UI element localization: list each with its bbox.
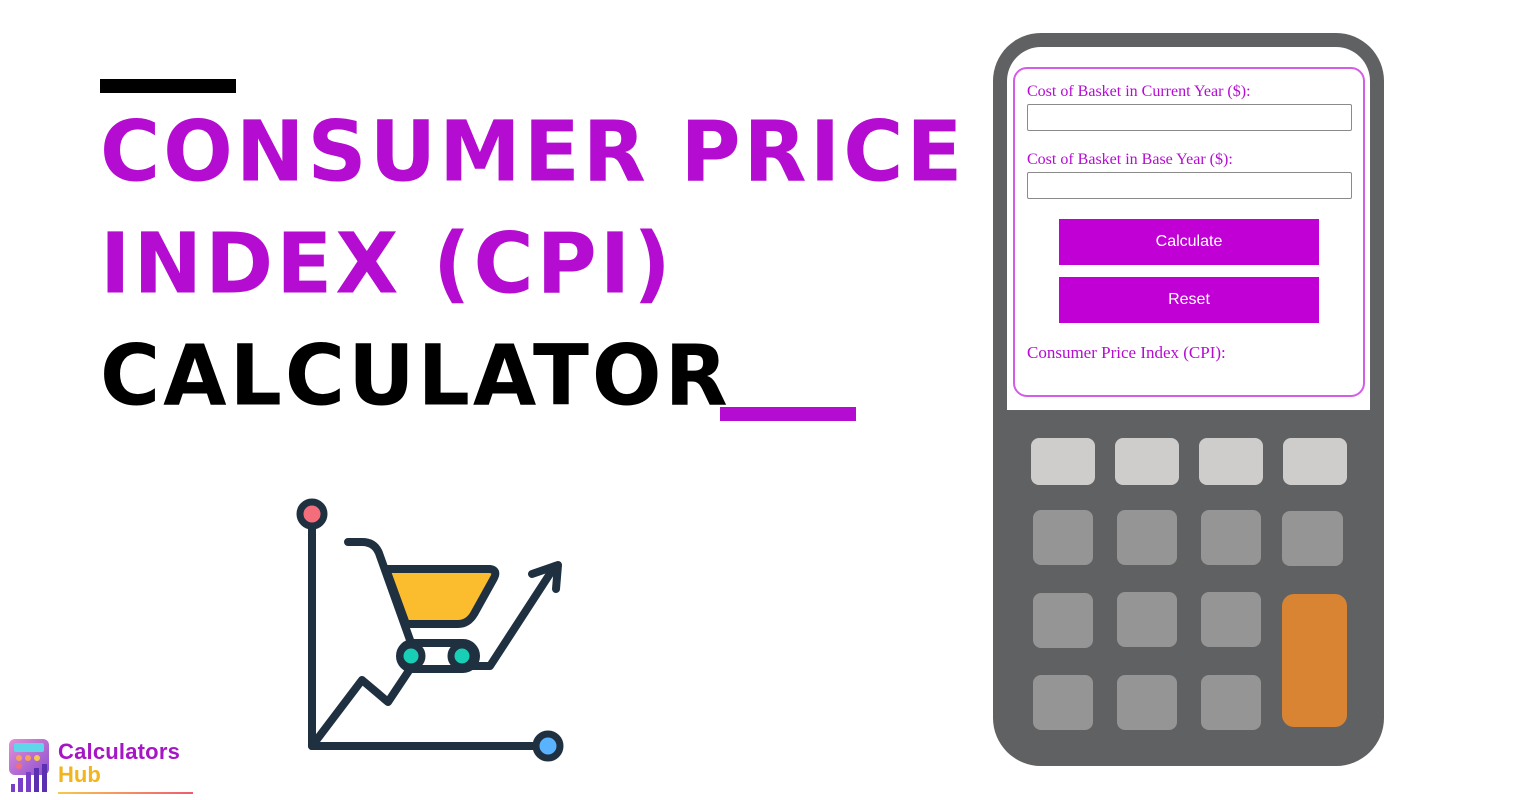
current-year-cost-label: Cost of Basket in Current Year ($): [1027,83,1251,100]
title-line-1: CONSUMER PRICE [100,104,966,202]
calculator-key [1033,510,1093,565]
calculator-screen: Cost of Basket in Current Year ($): Cost… [1007,47,1370,410]
y-axis-end-dot [296,498,328,530]
title-decor-bar-top [100,79,236,93]
cart-wheel-right [447,641,477,671]
calculator-key [1201,510,1261,565]
title-line-2: INDEX (CPI) [100,216,674,314]
shopping-cart-chart-icon [296,498,564,762]
cart-basket [382,565,500,628]
base-year-cost-label: Cost of Basket in Base Year ($): [1027,151,1233,168]
page-title: CONSUMER PRICE INDEX (CPI) CALCULATOR [100,96,965,432]
calculator-key [1201,675,1261,730]
current-year-cost-input[interactable] [1027,104,1352,131]
reset-button[interactable]: Reset [1059,277,1319,323]
calculator-key [1117,510,1177,565]
calculator-key [1282,511,1343,566]
calculator-key [1033,675,1093,730]
calculator-key [1201,592,1261,647]
logo-text-hub: Hub [58,762,101,787]
cpi-result-label: Consumer Price Index (CPI): [1027,343,1226,362]
calculator-key [1283,438,1347,485]
calculator-key [1115,438,1179,485]
calculators-hub-logo[interactable]: Calculators Hub [6,736,206,798]
calculate-button[interactable]: Calculate [1059,219,1319,265]
calculator-key [1199,438,1263,485]
calculator-equals-key [1282,594,1347,727]
calculator-key [1117,675,1177,730]
calculator-key [1033,593,1093,648]
cart-wheel-left [396,641,426,671]
x-axis-end-dot [532,730,564,762]
calculator-device: Cost of Basket in Current Year ($): Cost… [993,33,1384,766]
calculator-key [1031,438,1095,485]
base-year-cost-input[interactable] [1027,172,1352,199]
calculator-bar-chart-icon [9,739,49,792]
title-decor-bar-bottom [720,407,856,421]
calculator-key [1117,592,1177,647]
cpi-calculator-form: Cost of Basket in Current Year ($): Cost… [1013,67,1365,397]
logo-underline [58,792,193,794]
